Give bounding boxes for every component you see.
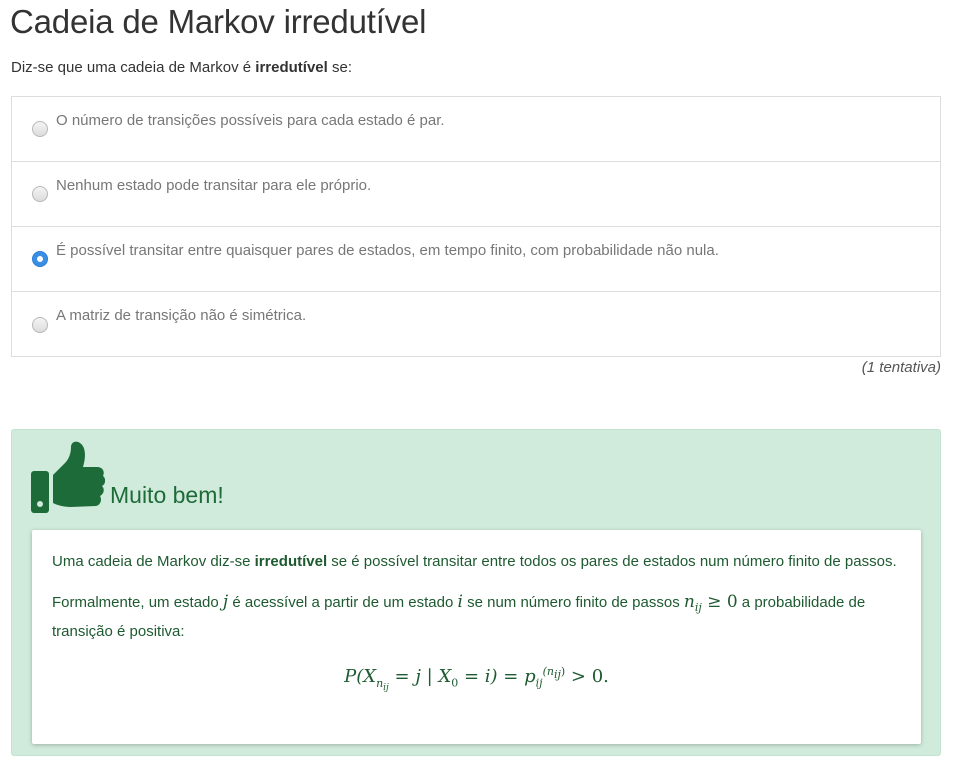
formula-part: = j | X [388,666,452,687]
explanation-text: é acessível a partir de um estado [228,594,458,611]
question-prompt: Diz-se que uma cadeia de Markov é irredu… [11,59,352,76]
answer-options: O número de transições possíveis para ca… [11,96,941,357]
answer-option-3[interactable]: É possível transitar entre quaisquer par… [12,227,940,292]
feedback-title: Muito bem! [110,482,224,508]
attempts-count: (1 tentativa) [861,359,941,376]
radio-button[interactable] [32,316,48,333]
explanation-bold: irredutível [254,553,328,570]
explanation-text: Formalmente, um estado [52,594,223,611]
explanation-paragraph-1: Uma cadeia de Markov diz-se irredutível … [52,550,901,574]
radio-button[interactable] [32,186,48,202]
answer-option-label: É possível transitar entre quaisquer par… [56,241,719,259]
thumbs-up-icon [31,441,105,513]
explanation-box: Uma cadeia de Markov diz-se irredutível … [32,530,921,744]
explanation-text: se é possível transitar entre todos os p… [327,553,897,570]
explanation-text: Uma cadeia de Markov diz-se [52,553,255,570]
prompt-text: Diz-se que uma cadeia de Markov é [11,59,256,76]
math-relation: ≥ 0 [701,592,738,612]
math-var-n: n [683,592,695,612]
prompt-bold: irredutível [255,59,328,76]
prompt-text-end: se: [327,59,353,76]
answer-option-label: A matriz de transição não é simétrica. [56,307,307,324]
explanation-paragraph-2: Formalmente, um estado j é acessível a p… [52,590,901,644]
formula-part: ij [535,676,543,690]
math-sub-ij: ij [694,601,702,614]
formula-part: = i) = p [458,666,536,687]
formula-part: (n [542,665,554,678]
page-title: Cadeia de Markov irredutível [10,3,427,40]
formula-part: P(X [344,666,377,687]
radio-button[interactable] [32,121,48,137]
explanation-text: se num número finito de passos [462,594,684,611]
answer-option-1[interactable]: O número de transições possíveis para ca… [12,97,940,162]
radio-button-selected[interactable] [32,251,48,267]
answer-option-2[interactable]: Nenhum estado pode transitar para ele pr… [12,162,940,227]
formula-part: > 0. [565,666,609,687]
answer-option-label: O número de transições possíveis para ca… [56,111,445,129]
transition-formula: P(Xnij = j | X0 = i) = pij(nij) > 0. [52,660,901,700]
formula-part: ij [553,668,561,682]
answer-option-label: Nenhum estado pode transitar para ele pr… [56,176,372,194]
feedback-panel: Muito bem! Uma cadeia de Markov diz-se i… [11,429,941,756]
answer-option-4[interactable]: A matriz de transição não é simétrica. [12,292,940,357]
